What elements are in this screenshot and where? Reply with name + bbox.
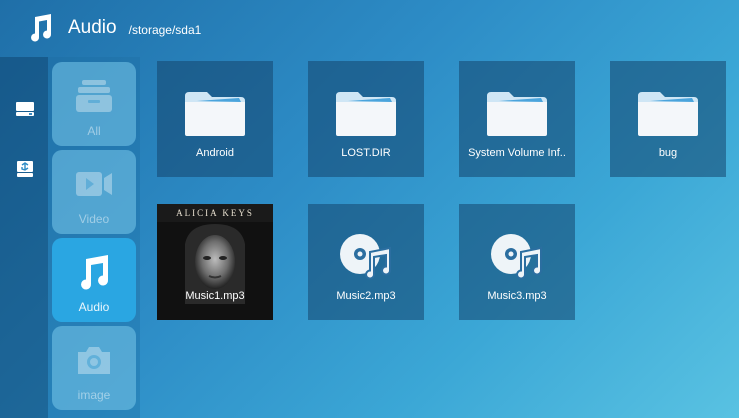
category-tab-video[interactable]: Video <box>52 150 136 234</box>
folder-item[interactable]: System Volume Inf.. <box>459 61 575 177</box>
drive-icon <box>16 102 34 116</box>
breadcrumb-path: /storage/sda1 <box>128 23 202 37</box>
video-camera-icon <box>76 172 112 196</box>
music-note-icon <box>81 255 109 290</box>
category-tab-audio[interactable]: Audio <box>52 238 136 322</box>
music-note-icon <box>31 14 52 42</box>
device-item-usb[interactable] <box>14 158 36 180</box>
music-disc-icon <box>491 234 542 280</box>
file-name: Music3.mp3 <box>487 290 547 302</box>
folder-item[interactable]: Android <box>157 61 273 177</box>
device-item-internal[interactable] <box>14 98 36 120</box>
file-name: Music2.mp3 <box>336 290 396 302</box>
category-label: image <box>77 388 111 402</box>
page-title: Audio <box>68 17 117 38</box>
category-tab-image[interactable]: image <box>52 326 136 410</box>
folder-icon <box>638 92 698 136</box>
file-name: Music1.mp3 <box>185 290 245 302</box>
folder-icon <box>487 92 547 136</box>
usb-drive-icon <box>17 161 33 177</box>
folder-icon <box>336 92 396 136</box>
audio-file-item[interactable]: ALICIA KEYS Music1.mp3 <box>157 204 273 320</box>
file-name: bug <box>658 147 678 159</box>
album-cover-text: ALICIA KEYS <box>176 208 254 218</box>
folder-item[interactable]: LOST.DIR <box>308 61 424 177</box>
header-bar: Audio /storage/sda1 <box>0 0 739 56</box>
file-name: Android <box>196 147 234 159</box>
audio-file-item[interactable]: Music2.mp3 <box>308 204 424 320</box>
audio-file-item[interactable]: Music3.mp3 <box>459 204 575 320</box>
file-name: System Volume Inf.. <box>468 147 566 159</box>
category-label: Video <box>78 212 110 226</box>
category-label: All <box>87 124 101 138</box>
all-files-icon <box>76 80 112 112</box>
file-name: LOST.DIR <box>341 147 391 159</box>
folder-icon <box>185 92 245 136</box>
music-disc-icon <box>340 234 391 280</box>
folder-item[interactable]: bug <box>610 61 726 177</box>
camera-icon <box>78 347 110 374</box>
album-cover-banner: ALICIA KEYS <box>157 204 273 222</box>
category-tab-all[interactable]: All <box>52 62 136 146</box>
category-label: Audio <box>78 300 110 314</box>
